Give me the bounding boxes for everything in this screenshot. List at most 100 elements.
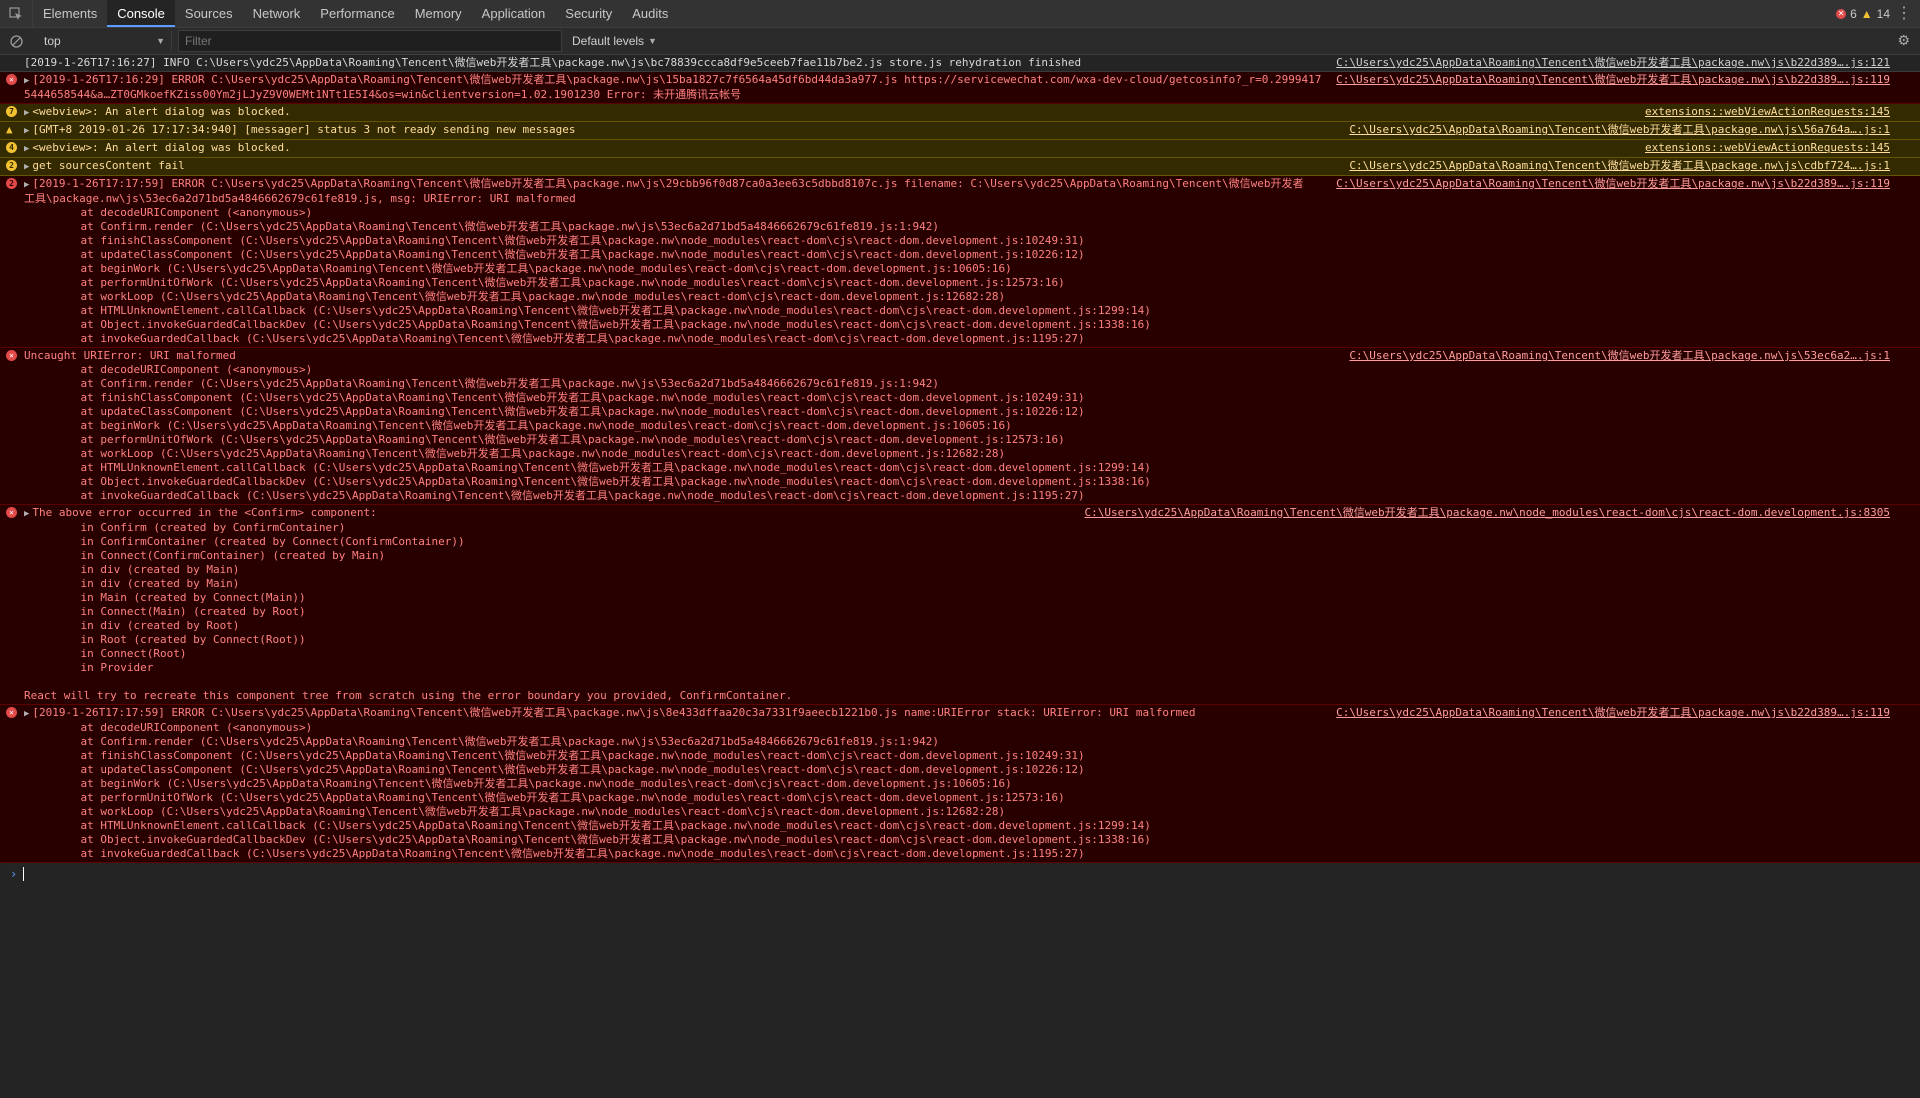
stack-trace-line: at updateClassComponent (C:\Users\ydc25\… [54, 763, 1085, 776]
warning-count: 14 [1876, 6, 1890, 21]
source-link[interactable]: extensions::webViewActionRequests:145 [1638, 105, 1890, 119]
stack-trace-line: in Connect(Main) (created by Root) [54, 605, 306, 618]
stack-trace-line: at Confirm.render (C:\Users\ydc25\AppDat… [54, 377, 939, 390]
stack-trace-line: at performUnitOfWork (C:\Users\ydc25\App… [54, 276, 1065, 289]
stack-trace-line: in Connect(Root) [54, 647, 187, 660]
stack-trace-line: at workLoop (C:\Users\ydc25\AppData\Roam… [54, 447, 1006, 460]
stack-trace-line: in div (created by Root) [54, 619, 240, 632]
stack-trace-line: at workLoop (C:\Users\ydc25\AppData\Roam… [54, 805, 1006, 818]
stack-trace-line: at finishClassComponent (C:\Users\ydc25\… [54, 234, 1085, 247]
stack-trace-line: at updateClassComponent (C:\Users\ydc25\… [54, 405, 1085, 418]
console-message[interactable]: [2019-1-26T17:16:27] INFO C:\Users\ydc25… [0, 55, 1920, 72]
stack-trace-line: at Object.invokeGuardedCallbackDev (C:\U… [54, 318, 1151, 331]
inspect-element-button[interactable] [0, 0, 33, 27]
message-text: [2019-1-26T17:16:27] INFO C:\Users\ydc25… [24, 56, 1082, 69]
console-messages: [2019-1-26T17:16:27] INFO C:\Users\ydc25… [0, 55, 1920, 863]
source-link[interactable]: C:\Users\ydc25\AppData\Roaming\Tencent\微… [1343, 159, 1890, 173]
stack-trace-line: at beginWork (C:\Users\ydc25\AppData\Roa… [54, 419, 1012, 432]
dropdown-arrow-icon: ▼ [156, 36, 165, 46]
source-link[interactable]: C:\Users\ydc25\AppData\Roaming\Tencent\微… [1330, 56, 1890, 70]
source-link[interactable]: C:\Users\ydc25\AppData\Roaming\Tencent\微… [1078, 506, 1890, 520]
context-selector[interactable]: top ▼ [32, 31, 172, 51]
stack-trace-line: at finishClassComponent (C:\Users\ydc25\… [54, 391, 1085, 404]
stack-trace-line: at beginWork (C:\Users\ydc25\AppData\Roa… [54, 262, 1012, 275]
source-link[interactable]: extensions::webViewActionRequests:145 [1638, 141, 1890, 155]
expand-triangle-icon[interactable]: ▶ [24, 76, 29, 86]
message-counts[interactable]: ✕ 6 ▲ 14 [1836, 0, 1890, 27]
tab-network[interactable]: Network [243, 0, 311, 27]
context-label: top [44, 34, 61, 48]
devtools-tabbar: Elements Console Sources Network Performance… [0, 0, 1920, 28]
error-icon: ✕ [6, 707, 17, 718]
stack-trace-line: at finishClassComponent (C:\Users\ydc25\… [54, 749, 1085, 762]
filter-input[interactable] [178, 30, 562, 52]
tab-console[interactable]: Console [107, 0, 175, 27]
repeat-count-badge: 4 [6, 142, 17, 153]
stack-trace-line: in Provider [54, 661, 154, 674]
text-caret [23, 867, 25, 881]
console-message[interactable]: ▲ ▶ [GMT+8 2019-01-26 17:17:34:940] [messa… [0, 122, 1920, 140]
tab-audits[interactable]: Audits [622, 0, 678, 27]
expand-triangle-icon[interactable]: ▶ [24, 126, 29, 136]
console-message[interactable]: ✕ ▶ [2019-1-26T17:16:29] ERROR C:\Users\yd… [0, 72, 1920, 104]
error-count-icon: ✕ [1836, 8, 1847, 19]
tab-sources[interactable]: Sources [175, 0, 243, 27]
stack-trace-line: at decodeURIComponent (<anonymous>) [54, 206, 313, 219]
error-count: 6 [1850, 6, 1857, 21]
more-options-icon[interactable]: ⋮ [1896, 0, 1912, 27]
message-text-line: ▶ <webview>: An alert dialog was blocked. [24, 141, 1920, 156]
stack-trace-line: at HTMLUnknownElement.callCallback (C:\U… [54, 304, 1151, 317]
repeat-count-badge: 7 [6, 106, 17, 117]
console-message[interactable]: ✕ ▶ The above error occurred in the <Confi… [0, 505, 1920, 705]
stack-trace-line: in Confirm (created by ConfirmContainer) [54, 521, 346, 534]
console-prompt[interactable]: › [0, 863, 1920, 885]
source-link[interactable]: C:\Users\ydc25\AppData\Roaming\Tencent\微… [1330, 73, 1890, 87]
tab-application[interactable]: Application [472, 0, 556, 27]
expand-triangle-icon[interactable]: ▶ [24, 180, 29, 190]
stack-trace-line: at Confirm.render (C:\Users\ydc25\AppDat… [54, 735, 939, 748]
tab-elements[interactable]: Elements [33, 0, 107, 27]
console-message[interactable]: 2 ▶ get sourcesContent fail C:\Users\ydc25\… [0, 158, 1920, 176]
source-link[interactable]: C:\Users\ydc25\AppData\Roaming\Tencent\微… [1330, 706, 1890, 720]
stack-trace-line [24, 675, 1920, 689]
error-icon: ✕ [6, 507, 17, 518]
log-levels-dropdown[interactable]: Default levels ▼ [572, 34, 657, 48]
prompt-chevron-icon: › [10, 867, 18, 881]
panel-tabs: Elements Console Sources Network Performance… [33, 0, 678, 27]
source-link[interactable]: C:\Users\ydc25\AppData\Roaming\Tencent\微… [1330, 177, 1890, 191]
stack-trace-line: at Confirm.render (C:\Users\ydc25\AppDat… [54, 220, 939, 233]
stack-trace-line: at Object.invokeGuardedCallbackDev (C:\U… [54, 475, 1151, 488]
expand-triangle-icon[interactable]: ▶ [24, 509, 29, 519]
source-link[interactable]: C:\Users\ydc25\AppData\Roaming\Tencent\微… [1343, 123, 1890, 137]
repeat-count-badge: 2 [6, 160, 17, 171]
message-text: The above error occurred in the <Confirm… [32, 506, 377, 519]
stack-trace-line: at Object.invokeGuardedCallbackDev (C:\U… [54, 833, 1151, 846]
message-text: <webview>: An alert dialog was blocked. [32, 105, 291, 118]
stack-trace-line: at updateClassComponent (C:\Users\ydc25\… [54, 248, 1085, 261]
console-message[interactable]: 4 ▶ <webview>: An alert dialog was blocked… [0, 140, 1920, 158]
console-message[interactable]: 2 ▶ [2019-1-26T17:17:59] ERROR C:\Users\yd… [0, 176, 1920, 348]
stack-trace-line: at HTMLUnknownElement.callCallback (C:\U… [54, 819, 1151, 832]
expand-triangle-icon[interactable]: ▶ [24, 144, 29, 154]
expand-triangle-icon[interactable]: ▶ [24, 108, 29, 118]
tab-memory[interactable]: Memory [405, 0, 472, 27]
message-text: <webview>: An alert dialog was blocked. [32, 141, 291, 154]
expand-triangle-icon[interactable]: ▶ [24, 162, 29, 172]
warning-count-icon: ▲ [1860, 6, 1873, 21]
message-text: [2019-1-26T17:17:59] ERROR C:\Users\ydc2… [32, 706, 1196, 719]
dropdown-arrow-icon: ▼ [648, 36, 657, 46]
stack-trace-line: 5444658544&a…ZT0GMkoefKZiss00Ym2jLJyZ9V0… [24, 88, 742, 101]
inspect-icon [9, 6, 22, 20]
console-message[interactable]: ✕ ▶ [2019-1-26T17:17:59] ERROR C:\Users\yd… [0, 705, 1920, 863]
tab-security[interactable]: Security [555, 0, 622, 27]
source-link[interactable]: C:\Users\ydc25\AppData\Roaming\Tencent\微… [1343, 349, 1890, 363]
stack-trace-line: in Main (created by Connect(Main)) [54, 591, 306, 604]
clear-console-button[interactable] [0, 34, 32, 48]
console-message[interactable]: ✕ Uncaught URIError: URI malformed C:\User… [0, 348, 1920, 505]
stack-trace-line: in Connect(ConfirmContainer) (created by… [54, 549, 386, 562]
expand-triangle-icon[interactable]: ▶ [24, 709, 29, 719]
settings-gear-icon[interactable]: ⚙ [1897, 32, 1910, 49]
console-message[interactable]: 7 ▶ <webview>: An alert dialog was blocked… [0, 104, 1920, 122]
error-icon: ✕ [6, 74, 17, 85]
tab-performance[interactable]: Performance [310, 0, 404, 27]
